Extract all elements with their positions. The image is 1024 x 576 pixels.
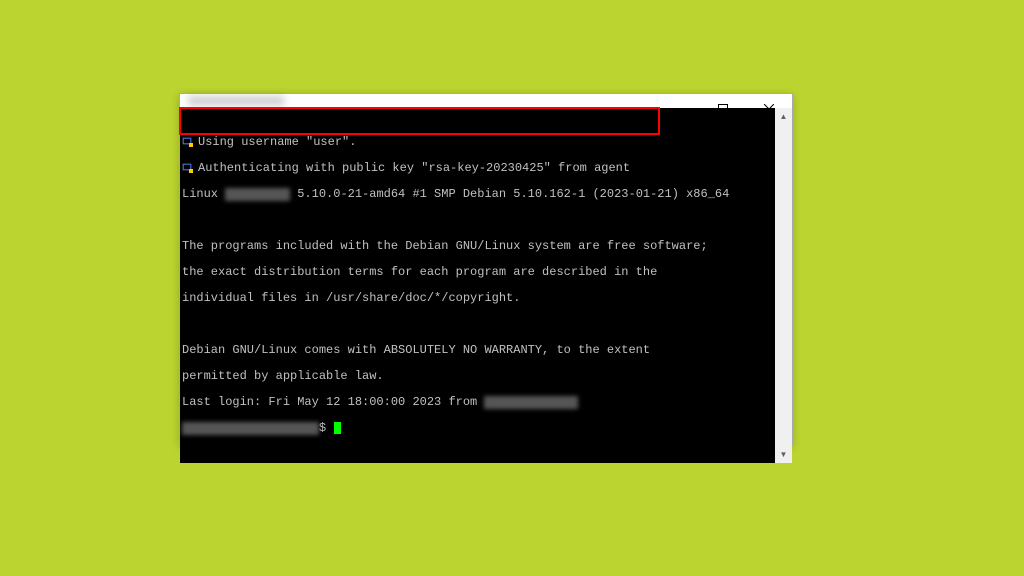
auth-text-1: Using username "user". — [198, 136, 356, 149]
window-title: XXXXXXXXXXXX — [188, 94, 284, 108]
putty-icon — [182, 162, 194, 174]
highlight-annotation — [180, 108, 660, 135]
motd-line-2: the exact distribution terms for each pr… — [182, 266, 773, 279]
lastlogin-line: Last login: Fri May 12 18:00:00 2023 fro… — [182, 396, 773, 409]
scroll-up-button[interactable]: ▲ — [775, 108, 792, 125]
kernel-prefix: Linux — [182, 188, 225, 201]
auth-text-2: Authenticating with public key "rsa-key-… — [198, 162, 630, 175]
kernel-suffix: 5.10.0-21-amd64 #1 SMP Debian 5.10.162-1… — [290, 188, 729, 201]
prompt-line[interactable]: XXXXXXXXXXXXXXXXXXX$ — [182, 422, 773, 435]
auth-line-1: Using username "user". — [182, 136, 773, 149]
kernel-line: Linux XXXXXXXXX 5.10.0-21-amd64 #1 SMP D… — [182, 188, 773, 201]
lastlogin-prefix: Last login: Fri May 12 18:00:00 2023 fro… — [182, 396, 484, 409]
auth-line-2: Authenticating with public key "rsa-key-… — [182, 162, 773, 175]
prompt-user-host-redacted: XXXXXXXXXXXXXXXXXXX — [182, 422, 319, 435]
terminal-output[interactable]: Using username "user". Authenticating wi… — [180, 108, 775, 463]
scroll-down-button[interactable]: ▼ — [775, 446, 792, 463]
putty-icon — [182, 136, 194, 148]
prompt-dollar: $ — [319, 422, 333, 435]
motd-line-1: The programs included with the Debian GN… — [182, 240, 773, 253]
lastlogin-ip-redacted: XXXXXXXXXXXXX — [484, 396, 578, 409]
motd-line-5: permitted by applicable law. — [182, 370, 773, 383]
terminal-window: XXXXXXXXXXXX Using username "user". Auth… — [179, 93, 793, 445]
terminal-cursor — [334, 422, 341, 434]
blank-line — [182, 318, 773, 331]
scrollbar[interactable]: ▲ ▼ — [775, 108, 792, 463]
motd-line-3: individual files in /usr/share/doc/*/cop… — [182, 292, 773, 305]
terminal-area: Using username "user". Authenticating wi… — [180, 108, 792, 463]
blank-line — [182, 214, 773, 227]
motd-line-4: Debian GNU/Linux comes with ABSOLUTELY N… — [182, 344, 773, 357]
hostname-redacted: XXXXXXXXX — [225, 188, 290, 201]
titlebar[interactable]: XXXXXXXXXXXX — [180, 94, 792, 108]
